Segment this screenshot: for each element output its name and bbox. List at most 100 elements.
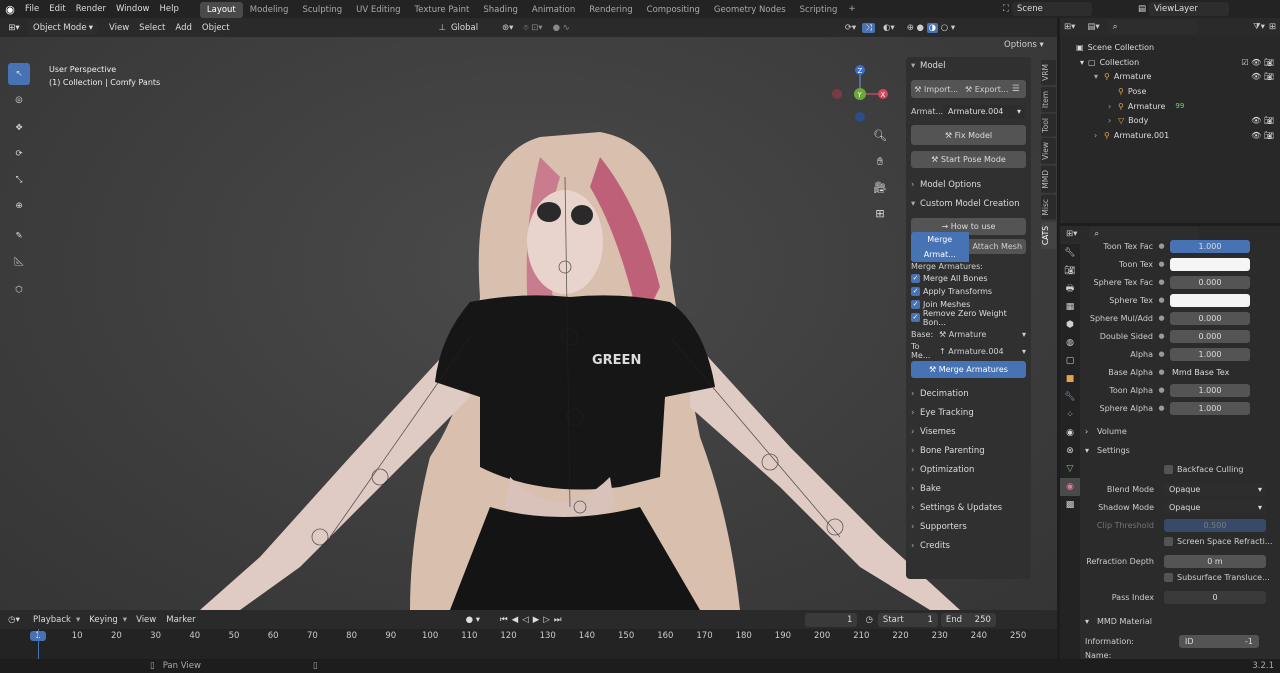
blender-logo-icon[interactable]: ◉ [0,3,20,16]
viewport-menu-view[interactable]: View [104,19,134,37]
tab-shading[interactable]: Shading [476,2,525,18]
move-tool-icon[interactable]: ✥ [8,117,30,139]
3d-viewport[interactable]: GREEN User Perspective (1) Collection | … [0,37,1057,610]
checkbox-remove-zero-weight-bon[interactable]: ✓ Remove Zero Weight Bon... [906,309,1031,327]
proportional-icon[interactable]: ● ∿ [553,23,570,33]
mmd-material-header[interactable]: ▾ MMD Material [1085,613,1275,629]
prop-value-field[interactable]: 0.000 [1170,329,1250,343]
end-frame-field[interactable]: End 250 [940,612,996,627]
start-pose-button[interactable]: ⚒ Start Pose Mode [911,151,1026,168]
record-icon[interactable]: ● ▾ [466,615,480,625]
side-tab-mmd[interactable]: MMD [1041,166,1056,194]
tab-modeling[interactable]: Modeling [243,2,296,18]
measure-tool-icon[interactable]: 📐︎ [8,251,30,273]
outliner-search[interactable]: ⌕ [1107,20,1198,34]
keyframe-dot-icon[interactable]: ● [1157,260,1166,269]
camera-view-icon[interactable]: 🎥︎ [870,175,890,201]
perspective-grid-icon[interactable]: ⊞ [870,201,890,227]
menu-hamburger-icon[interactable]: ☰ [1012,84,1026,94]
side-tab-cats[interactable]: CATS [1041,221,1056,249]
tab-uv-editing[interactable]: UV Editing [349,2,407,18]
prop-value-field[interactable] [1170,257,1250,271]
annotate-tool-icon[interactable]: ✎ [8,225,30,247]
checkbox-apply-transforms[interactable]: ✓ Apply Transforms [906,285,1031,298]
import-button[interactable]: ⚒ Import... [911,85,962,94]
fix-model-button[interactable]: ⚒ Fix Model [911,125,1026,145]
to-merge-select[interactable]: ↑ Armature.004 ▾ [939,347,1026,356]
base-select[interactable]: ⚒ Armature ▾ [939,330,1026,339]
prop-value-field[interactable]: Mmd Base Tex [1170,365,1250,379]
output-props-icon[interactable]: 🖶︎ [1060,280,1080,298]
visibility-icons[interactable]: 👁︎ 📷︎ [1251,116,1274,125]
side-tab-tool[interactable]: Tool [1041,113,1056,137]
navigation-gizmo[interactable]: Z X Y [828,61,892,125]
model-options-header[interactable]: › Model Options [906,176,1031,195]
side-tab-item[interactable]: Item [1041,86,1056,112]
display-mode-icon[interactable]: ▤▾ [1087,22,1099,32]
collection-visibility-icons[interactable]: ☑ 👁︎ 📷︎ [1241,58,1274,67]
shadow-mode-select[interactable]: Opaque ▾ [1164,500,1266,514]
outliner-item-pose[interactable]: ⚲ Pose [1060,84,1280,99]
side-tab-view[interactable]: View [1041,138,1056,165]
tab-compositing[interactable]: Compositing [640,2,707,18]
viewport-menu-add[interactable]: Add [170,19,196,37]
section-bone-parenting[interactable]: › Bone Parenting [906,442,1031,461]
keyframe-dot-icon[interactable]: ● [1157,350,1166,359]
menu-render[interactable]: Render [71,0,111,18]
section-visemes[interactable]: › Visemes [906,423,1031,442]
pass-index-field[interactable]: 0 [1164,590,1266,604]
tab-texture-paint[interactable]: Texture Paint [408,2,477,18]
modifier-props-icon[interactable]: 🔧︎ [1060,388,1080,406]
settings-header[interactable]: ▾ Settings [1085,442,1275,458]
cursor-tool-icon[interactable]: ◎ [8,89,30,111]
timeline-menu-view[interactable]: View [131,611,161,629]
checkbox-merge-all-bones[interactable]: ✓ Merge All Bones [906,272,1031,285]
merge-armatures-tab[interactable]: Merge Armat... [911,231,969,262]
ssr-checkbox[interactable]: Screen Space Refracti... [1164,537,1272,546]
section-supporters[interactable]: › Supporters [906,518,1031,537]
current-frame-field[interactable]: 1 [805,612,858,627]
zoom-icon[interactable]: 🔍︎ [870,123,890,149]
render-props-icon[interactable]: 📷︎ [1060,262,1080,280]
options-dropdown[interactable]: Options ▾ [1004,40,1044,50]
playback-controls[interactable]: ⏮◀◁▶▷⏭ [500,615,565,625]
select-tool-icon[interactable]: ↖ [8,63,30,85]
outliner-item-body[interactable]: › ▽ Body 👁︎ 📷︎ [1060,113,1280,128]
section-eye-tracking[interactable]: › Eye Tracking [906,404,1031,423]
scale-tool-icon[interactable]: ⤡ [8,169,30,191]
keyframe-dot-icon[interactable]: ● [1157,368,1166,377]
model-header[interactable]: ▾ Model [906,57,1031,76]
add-cube-tool-icon[interactable]: ⬡ [8,279,30,301]
prop-value-field[interactable]: 1.000 [1170,401,1250,415]
editor-type-icon[interactable]: ⊞▾ [0,23,28,33]
side-tab-vrm[interactable]: VRM [1041,60,1056,85]
rotate-tool-icon[interactable]: ⟳ [8,143,30,165]
shading-modes-icon[interactable]: ⊕ ● ◑ ○ ▾ [907,22,955,33]
physics-props-icon[interactable]: ◉ [1060,424,1080,442]
transform-tool-icon[interactable]: ⊕ [8,195,30,217]
menu-help[interactable]: Help [154,0,183,18]
backface-culling-checkbox[interactable]: Backface Culling [1164,465,1243,474]
add-workspace-icon[interactable]: + [844,4,859,14]
timeline-editor-icon[interactable]: ◷▾ [0,615,28,625]
prop-value-field[interactable]: 0.000 [1170,311,1250,325]
keyframe-dot-icon[interactable]: ● [1157,296,1166,305]
scene-icon[interactable]: ⛶ [1003,4,1009,14]
export-button[interactable]: ⚒ Export... [962,85,1013,94]
pivot-icon[interactable]: ⊛▾ [502,23,513,33]
keyframe-dot-icon[interactable]: ● [1157,242,1166,251]
tab-scripting[interactable]: Scripting [793,2,845,18]
view-layer-props-icon[interactable]: ▦ [1060,298,1080,316]
tab-layout[interactable]: Layout [199,1,243,18]
keyframe-dot-icon[interactable]: ● [1157,278,1166,287]
viewport-menu-select[interactable]: Select [134,19,170,37]
xray-icon[interactable]: ◐▾ [883,23,895,33]
material-props-icon[interactable]: ◉ [1060,478,1080,496]
collection-props-icon[interactable]: ▢ [1060,352,1080,370]
outliner-editor-icon[interactable]: ⊞▾ [1064,22,1075,32]
menu-file[interactable]: File [20,0,44,18]
properties-editor-icon[interactable]: ⊞▾ [1066,229,1077,239]
prop-value-field[interactable]: 1.000 [1170,347,1250,361]
outliner-item-armature[interactable]: ▾ ⚲ Armature 👁︎ 📷︎ [1060,69,1280,84]
menu-window[interactable]: Window [111,0,155,18]
